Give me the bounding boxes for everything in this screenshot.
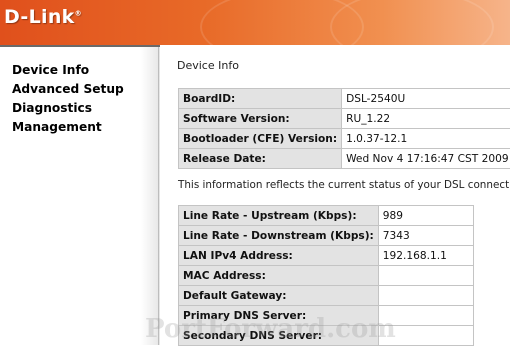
sidebar-item-management[interactable]: Management — [12, 118, 124, 137]
row-label: MAC Address: — [179, 266, 379, 286]
row-value — [378, 266, 473, 286]
table-row: Bootloader (CFE) Version: 1.0.37-12.1 — [179, 129, 510, 149]
table-row: BoardID: DSL-2540U — [179, 89, 510, 109]
trademark-symbol: ® — [75, 10, 82, 18]
dlink-logo: D-Link® — [4, 6, 82, 28]
device-info-table: BoardID: DSL-2540U Software Version: RU_… — [178, 88, 510, 169]
status-note: This information reflects the current st… — [178, 179, 510, 191]
table-row: Software Version: RU_1.22 — [179, 109, 510, 129]
row-value: 989 — [378, 206, 473, 226]
row-value — [378, 306, 473, 326]
row-label: Default Gateway: — [179, 286, 379, 306]
table-row: Default Gateway: — [179, 286, 474, 306]
row-label: Line Rate - Upstream (Kbps): — [179, 206, 379, 226]
row-label: Primary DNS Server: — [179, 306, 379, 326]
row-label: BoardID: — [179, 89, 342, 109]
row-value: Wed Nov 4 17:16:47 CST 2009 — [342, 149, 510, 169]
logo-text: D-Link — [4, 6, 75, 28]
row-value: 1.0.37-12.1 — [342, 129, 510, 149]
table-row: Release Date: Wed Nov 4 17:16:47 CST 200… — [179, 149, 510, 169]
table-row: Line Rate - Upstream (Kbps): 989 — [179, 206, 474, 226]
row-label: Bootloader (CFE) Version: — [179, 129, 342, 149]
table-row: MAC Address: — [179, 266, 474, 286]
sidebar-nav: Device Info Advanced Setup Diagnostics M… — [12, 61, 124, 137]
table-row: Primary DNS Server: — [179, 306, 474, 326]
sidebar-item-device-info[interactable]: Device Info — [12, 61, 124, 80]
sidebar: Device Info Advanced Setup Diagnostics M… — [0, 45, 160, 345]
row-label: Release Date: — [179, 149, 342, 169]
header-banner: D-Link® — [0, 0, 510, 45]
row-value: DSL-2540U — [342, 89, 510, 109]
row-label: Software Version: — [179, 109, 342, 129]
table-row: LAN IPv4 Address: 192.168.1.1 — [179, 246, 474, 266]
sidebar-item-advanced-setup[interactable]: Advanced Setup — [12, 80, 124, 99]
sidebar-item-diagnostics[interactable]: Diagnostics — [12, 99, 124, 118]
row-value — [378, 286, 473, 306]
page-title: Device Info — [177, 59, 239, 72]
row-value: 192.168.1.1 — [378, 246, 473, 266]
row-value: 7343 — [378, 226, 473, 246]
sidebar-divider — [158, 47, 159, 345]
main-content: Device Info BoardID: DSL-2540U Software … — [160, 45, 510, 343]
connection-status-table: Line Rate - Upstream (Kbps): 989 Line Ra… — [178, 205, 474, 346]
row-value: RU_1.22 — [342, 109, 510, 129]
table-row: Line Rate - Downstream (Kbps): 7343 — [179, 226, 474, 246]
banner-decoration — [330, 0, 494, 45]
row-label: LAN IPv4 Address: — [179, 246, 379, 266]
row-label: Line Rate - Downstream (Kbps): — [179, 226, 379, 246]
